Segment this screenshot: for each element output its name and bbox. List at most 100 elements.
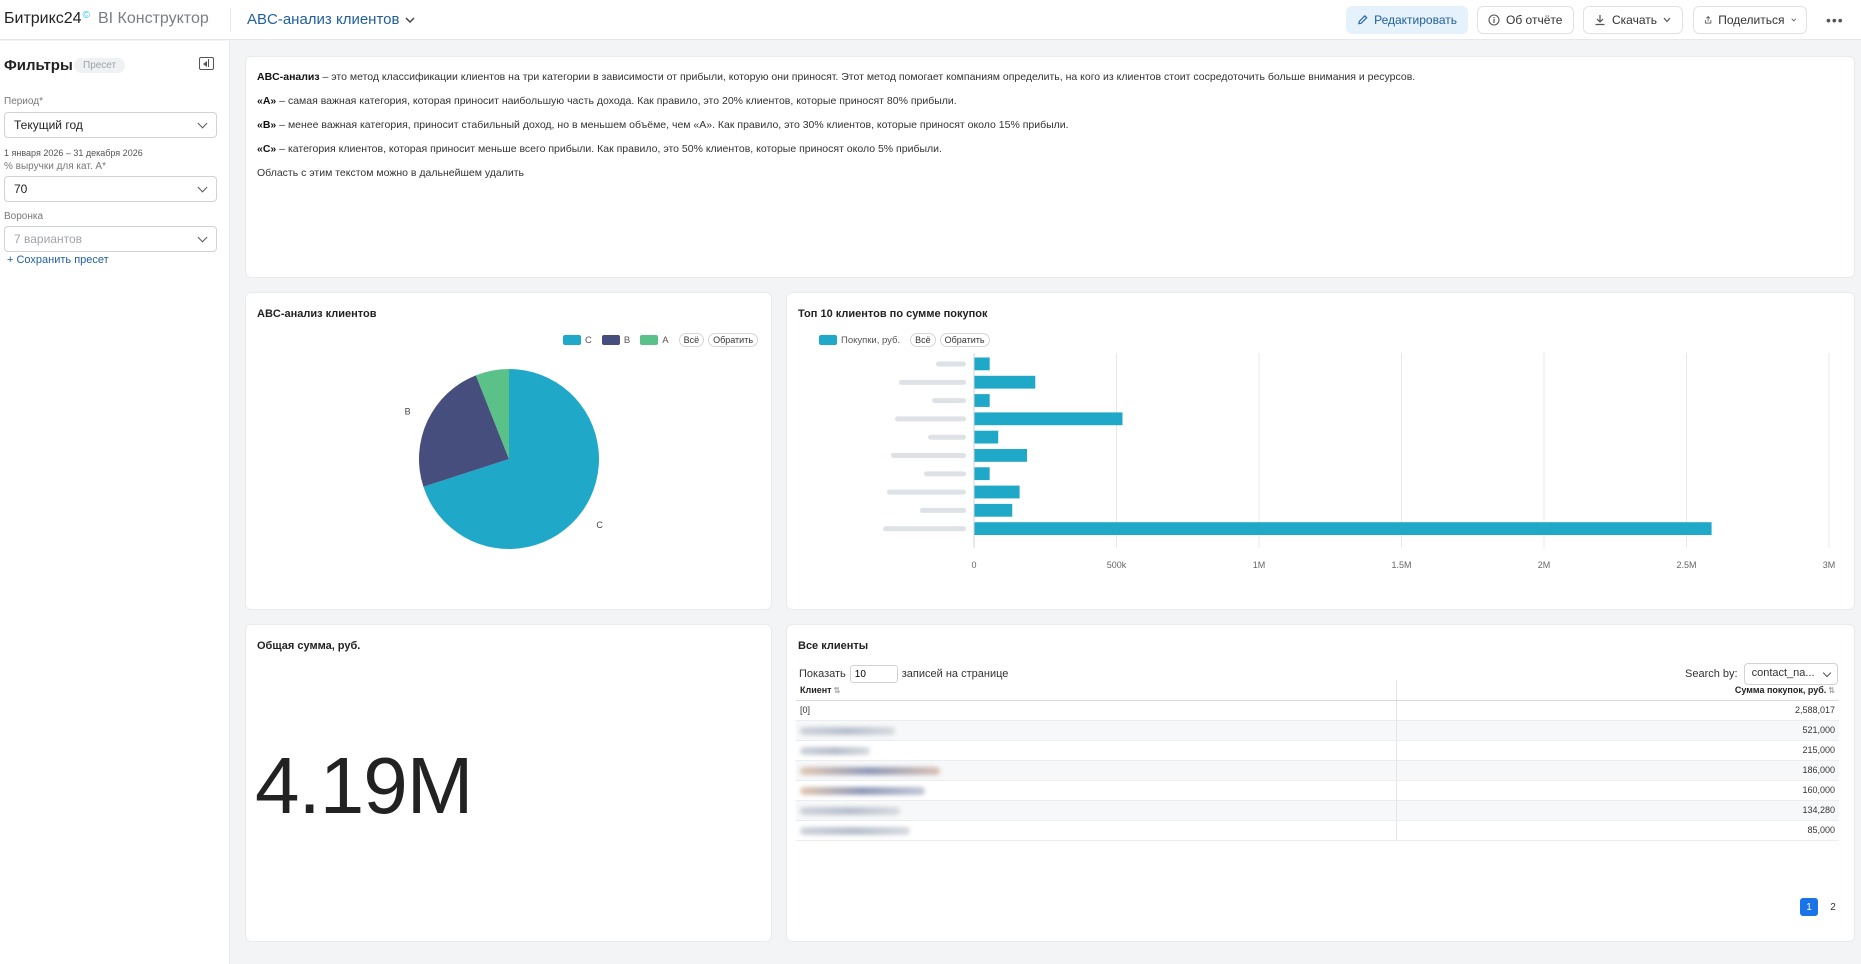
table-row[interactable]: [0] 2,588,017: [796, 700, 1839, 721]
info-icon: [1488, 14, 1500, 26]
preset-badge[interactable]: Пресет: [74, 58, 126, 73]
period-select[interactable]: Текущий год: [4, 112, 217, 138]
legend-all-button[interactable]: Всё: [678, 333, 705, 347]
share-button[interactable]: Поделиться: [1693, 6, 1807, 34]
sum-cell: 186,000: [1395, 760, 1839, 781]
edit-button[interactable]: Редактировать: [1346, 6, 1468, 34]
download-button[interactable]: Скачать: [1583, 6, 1683, 34]
intro-paragraph: «А» – самая важная категория, которая пр…: [257, 95, 1843, 107]
bar[interactable]: [974, 357, 990, 371]
intro-term: «B»: [257, 119, 277, 131]
redacted-category-label: [895, 416, 966, 422]
redacted-category-label: [924, 471, 966, 477]
collapse-sidebar-icon[interactable]: [199, 57, 214, 70]
total-sum-title: Общая сумма, руб.: [257, 640, 361, 652]
page-button-1[interactable]: 1: [1800, 898, 1818, 916]
legend-all-button[interactable]: Всё: [910, 333, 936, 347]
total-sum-card: Общая сумма, руб. 4.19M: [245, 624, 772, 942]
client-cell: [0]: [796, 700, 1396, 721]
share-label: Поделиться: [1718, 13, 1785, 27]
sum-cell: 521,000: [1395, 720, 1839, 741]
table-row[interactable]: 160,000: [796, 780, 1839, 801]
redacted-client-name: [800, 726, 895, 735]
sum-cell: 215,000: [1395, 740, 1839, 761]
redacted-category-label: [891, 453, 966, 459]
bar[interactable]: [974, 503, 1013, 517]
download-label: Скачать: [1612, 13, 1657, 27]
legend-item-b[interactable]: B: [601, 335, 630, 346]
bar[interactable]: [974, 430, 999, 444]
funnel-select[interactable]: 7 вариантов: [4, 226, 217, 252]
revenue-label: % выручки для кат. А*: [4, 161, 106, 172]
save-preset-link[interactable]: + Сохранить пресет: [7, 254, 109, 266]
pencil-icon: [1358, 15, 1368, 25]
report-title-dropdown[interactable]: ABC-анализ клиентов: [247, 11, 416, 28]
page-button-2[interactable]: 2: [1824, 898, 1842, 916]
redacted-category-label: [928, 434, 966, 440]
bar[interactable]: [974, 449, 1028, 462]
funnel-placeholder: 7 вариантов: [14, 232, 83, 246]
client-cell: [796, 760, 1396, 781]
revenue-select[interactable]: 70: [4, 176, 217, 202]
pie-slice-label-b: B: [405, 406, 411, 416]
redacted-category-label: [936, 361, 966, 367]
intro-term: «А»: [257, 95, 277, 107]
client-cell: [796, 820, 1396, 841]
edit-button-label: Редактировать: [1374, 13, 1457, 27]
table-row[interactable]: 521,000: [796, 720, 1839, 741]
bar[interactable]: [974, 522, 1712, 536]
sum-cell: 2,588,017: [1395, 700, 1839, 721]
column-header-sum[interactable]: Сумма покупок, руб. ⇅: [1395, 680, 1839, 701]
bar[interactable]: [974, 485, 1020, 499]
per-page-label: записей на странице: [901, 668, 1009, 680]
legend-swatch-c: [563, 335, 581, 345]
client-cell: [796, 740, 1396, 761]
show-label: Показать: [799, 668, 846, 680]
redacted-client-name: [800, 826, 910, 835]
legend-item-a[interactable]: A: [640, 334, 669, 346]
bar[interactable]: [974, 375, 1036, 389]
redacted-client-name: [800, 766, 940, 775]
intro-text: – менее важная категория, приносит стаби…: [276, 119, 1069, 131]
legend-item-c[interactable]: C: [563, 335, 592, 346]
legend-label-a: A: [662, 334, 669, 346]
about-report-button[interactable]: Об отчёте: [1477, 6, 1574, 34]
client-cell: [796, 780, 1396, 801]
intro-term: «C»: [257, 143, 277, 155]
table-row[interactable]: 134,280: [796, 800, 1839, 821]
intro-paragraph: «B» – менее важная категория, приносит с…: [257, 119, 1843, 131]
brand-logo[interactable]: Битрикс24© BI Конструктор: [4, 10, 209, 28]
legend-invert-button[interactable]: Обратить: [939, 333, 990, 347]
x-tick-label: 500k: [1107, 560, 1127, 570]
header-divider: [230, 8, 231, 32]
funnel-label: Воронка: [4, 211, 44, 222]
total-sum-value: 4.19M: [255, 741, 473, 830]
column-header-client-label: Клиент: [800, 684, 832, 695]
table-row[interactable]: 85,000: [796, 820, 1839, 841]
column-header-client[interactable]: Клиент ⇅: [796, 680, 1396, 701]
pagination: 1 2: [1800, 898, 1842, 916]
more-options-icon[interactable]: •••: [1826, 12, 1844, 28]
bar[interactable]: [974, 394, 990, 407]
bar[interactable]: [974, 467, 990, 481]
sum-cell: 160,000: [1395, 780, 1839, 801]
chevron-down-icon: [405, 16, 416, 23]
brand-main: Битрикс24: [4, 10, 82, 27]
period-label: Период*: [4, 96, 43, 107]
intro-text: – это метод классификации клиентов на тр…: [319, 71, 1416, 83]
pie-chart-card: ABC-анализ клиентов C B A Всё Обратить C…: [245, 292, 772, 610]
legend-item-purchases[interactable]: Покупки, руб.: [819, 335, 900, 346]
filters-title: Фильтры: [4, 57, 73, 74]
clients-table-card: Все клиенты Показать записей на странице…: [786, 624, 1855, 942]
intro-paragraph: «C» – категория клиентов, которая принос…: [257, 143, 1843, 155]
bar-legend: Покупки, руб. Всё Обратить: [819, 333, 990, 347]
revenue-value: 70: [14, 182, 28, 196]
bar[interactable]: [974, 412, 1123, 426]
column-header-sum-label: Сумма покупок, руб.: [1734, 684, 1827, 695]
table-row[interactable]: 215,000: [796, 740, 1839, 761]
legend-invert-button[interactable]: Обратить: [708, 333, 759, 347]
redacted-category-label: [883, 526, 966, 532]
table-row[interactable]: 186,000: [796, 760, 1839, 781]
bar-chart-card: Топ 10 клиентов по сумме покупок Покупки…: [786, 292, 1855, 610]
chevron-down-icon: [197, 182, 208, 193]
